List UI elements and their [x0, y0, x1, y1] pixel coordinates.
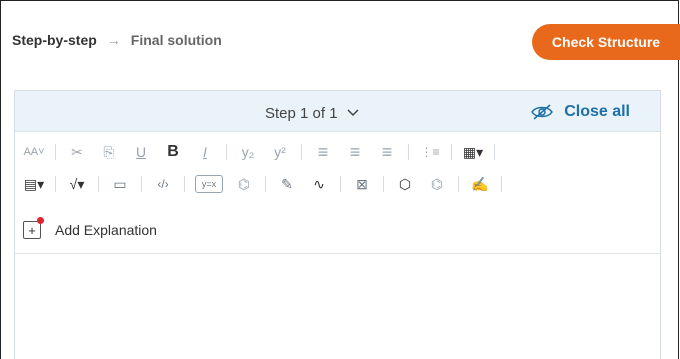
italic-icon[interactable]: I: [194, 141, 216, 163]
toolbar-row-1: AA˅ ✂ ⎘ U B I y₂ y² ≡ ≡ ≡ ⋮≡ ▦▾: [15, 137, 660, 167]
toolbar-divider: [408, 144, 409, 160]
superscript-icon[interactable]: y²: [269, 141, 291, 163]
paste-icon[interactable]: ⎘: [98, 141, 120, 163]
font-size-icon[interactable]: AA˅: [23, 141, 45, 163]
special-chars-icon[interactable]: ▤▾: [23, 173, 45, 195]
arrow-right-icon: →: [106, 32, 121, 48]
toolbar-divider: [501, 176, 502, 192]
toolbar-divider: [494, 144, 495, 160]
top-bar: Step-by-step → Final solution Check Stru…: [0, 0, 680, 88]
equation-box-icon[interactable]: y=x: [195, 175, 223, 193]
toolbar-divider: [226, 144, 227, 160]
subscript-icon[interactable]: y₂: [237, 141, 259, 163]
toolbar-divider: [451, 144, 452, 160]
toolbar-divider: [141, 176, 142, 192]
step-panel: Step 1 of 1 Close all AA˅ ✂ ⎘ U B I y₂ y…: [14, 90, 661, 359]
signature-icon[interactable]: ✍: [469, 173, 491, 195]
toolbar-divider: [265, 176, 266, 192]
step-label-text: Step 1 of 1: [265, 105, 338, 122]
check-structure-button[interactable]: Check Structure: [532, 24, 680, 60]
underline-icon[interactable]: U: [130, 141, 152, 163]
align-left-icon[interactable]: ≡: [312, 141, 334, 163]
toolbar-row-2: ▤▾ √▾ ▭ ‹/› y=x ⌬ ✎ ∿ ⊠ ⬡ ⌬ ✍: [15, 169, 660, 199]
add-explanation-button[interactable]: + Add Explanation: [23, 217, 157, 239]
toolbar-divider: [383, 176, 384, 192]
align-right-icon[interactable]: ≡: [376, 141, 398, 163]
step-selector[interactable]: Step 1 of 1: [265, 105, 360, 122]
notification-dot: [37, 217, 44, 224]
drawing-icon[interactable]: ✎: [276, 173, 298, 195]
close-all-label: Close all: [564, 103, 630, 120]
graph-icon[interactable]: ∿: [308, 173, 330, 195]
chevron-down-icon: [346, 105, 360, 122]
breadcrumb: Step-by-step → Final solution: [12, 32, 222, 48]
align-center-icon[interactable]: ≡: [344, 141, 366, 163]
toolbar-divider: [98, 176, 99, 192]
toolbar-divider: [184, 176, 185, 192]
plus-icon: +: [23, 217, 44, 239]
bold-icon[interactable]: B: [162, 141, 184, 163]
molecule-icon[interactable]: ⌬: [426, 173, 448, 195]
formula-icon[interactable]: √▾: [66, 173, 88, 195]
list-icon[interactable]: ⋮≡: [419, 141, 441, 163]
breadcrumb-final-solution[interactable]: Final solution: [131, 32, 222, 48]
chemistry-icon[interactable]: ⌬: [233, 173, 255, 195]
editor-divider: [15, 253, 660, 254]
shape-icon[interactable]: ⬡: [394, 173, 416, 195]
toolbar-divider: [458, 176, 459, 192]
breadcrumb-step-by-step[interactable]: Step-by-step: [12, 32, 97, 48]
toolbar-divider: [340, 176, 341, 192]
eye-slash-icon: [530, 103, 554, 121]
step-header: Step 1 of 1 Close all: [15, 91, 660, 132]
matrix-icon[interactable]: ⊠: [351, 173, 373, 195]
image-icon[interactable]: ▭: [109, 173, 131, 195]
table-icon[interactable]: ▦▾: [462, 141, 484, 163]
plus-glyph: +: [28, 222, 36, 238]
toolbar-divider: [55, 176, 56, 192]
toolbar-divider: [301, 144, 302, 160]
close-all-button[interactable]: Close all: [530, 103, 630, 121]
add-explanation-label: Add Explanation: [55, 222, 157, 238]
code-icon[interactable]: ‹/›: [152, 173, 174, 195]
cut-icon[interactable]: ✂: [66, 141, 88, 163]
toolbar-divider: [55, 144, 56, 160]
